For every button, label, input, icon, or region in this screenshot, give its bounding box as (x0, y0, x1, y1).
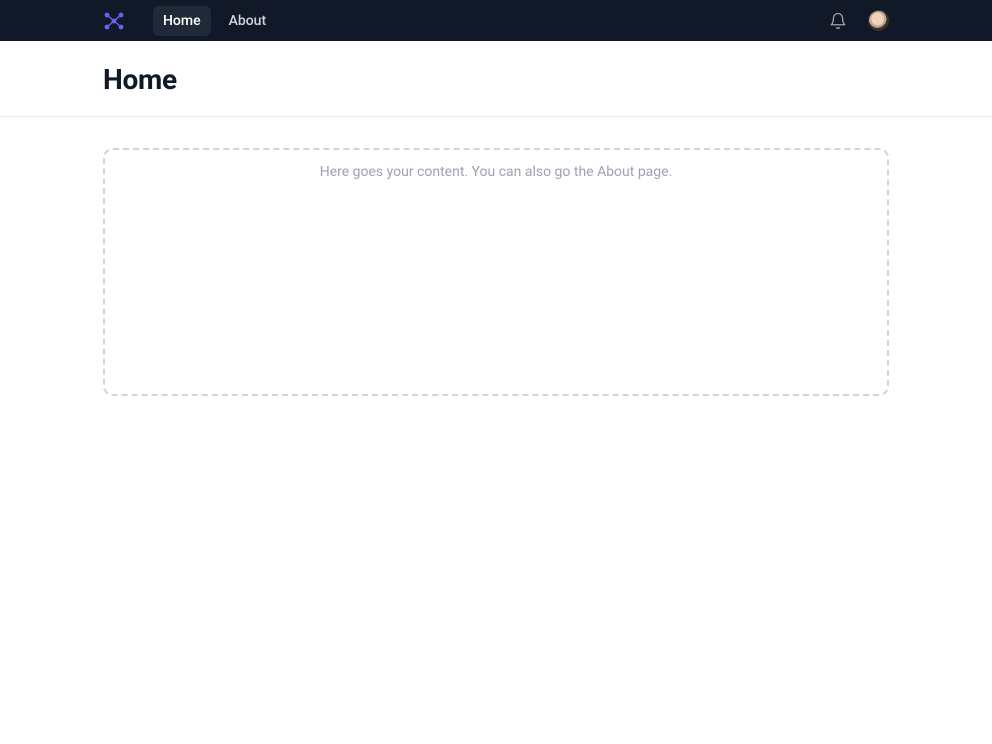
nav-item-home[interactable]: Home (153, 6, 211, 36)
bell-icon[interactable] (827, 10, 849, 32)
content-placeholder: Here goes your content. You can also go … (103, 148, 889, 396)
content-area: Here goes your content. You can also go … (0, 117, 992, 427)
placeholder-suffix: page. (634, 164, 672, 180)
placeholder-text: Here goes your content. You can also go … (123, 164, 869, 180)
top-nav: Home About (0, 0, 992, 41)
logo-icon[interactable] (103, 11, 125, 31)
avatar[interactable] (868, 10, 889, 31)
primary-nav: Home About (153, 6, 276, 36)
page-title: Home (103, 63, 889, 96)
nav-right (827, 10, 889, 32)
nav-item-about[interactable]: About (219, 6, 277, 36)
placeholder-prefix: Here goes your content. You can also go … (320, 164, 597, 180)
placeholder-about-link[interactable]: About (597, 164, 634, 180)
page-header: Home (0, 41, 992, 117)
